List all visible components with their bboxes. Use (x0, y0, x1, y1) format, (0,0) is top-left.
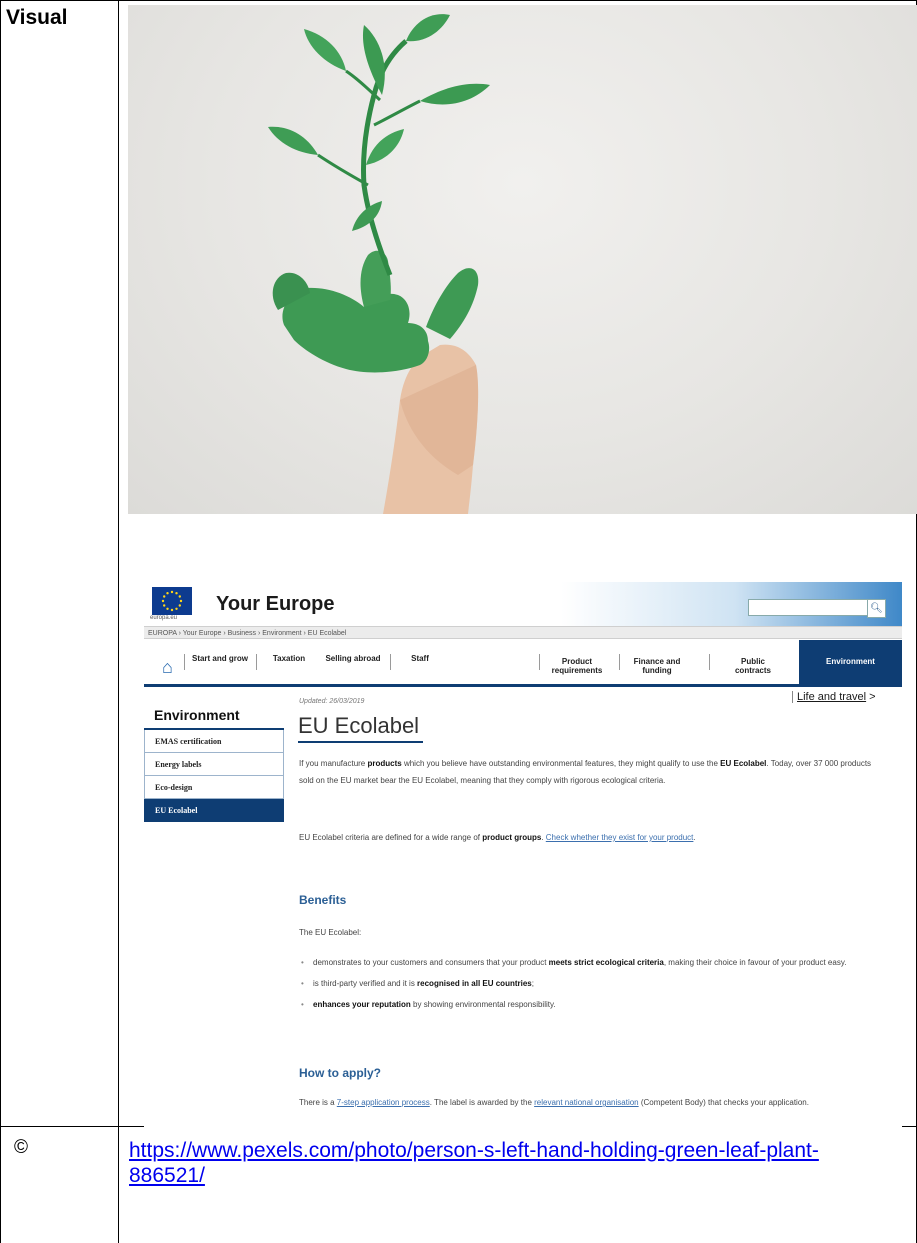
life-and-travel-link[interactable]: Life and travel > (792, 691, 876, 704)
intro-text: If you manufacture (299, 759, 368, 768)
bullet-bold: enhances your reputation (313, 1000, 411, 1009)
sidebar-item-emas-certification[interactable]: EMAS certification (144, 730, 284, 753)
life-and-travel-label[interactable]: Life and travel (797, 691, 866, 703)
benefits-list: demonstrates to your customers and consu… (299, 954, 884, 1017)
table-column-divider (118, 0, 119, 1243)
site-title: Your Europe (216, 593, 335, 615)
bullet-text: by showing environmental responsibility. (410, 1000, 556, 1009)
site-header: europa.eu Your Europe 🔍︎ (144, 582, 902, 626)
your-europe-screenshot: europa.eu Your Europe 🔍︎ EUROPA › Your E… (144, 582, 902, 1142)
bullet-bold: meets strict ecological criteria (548, 958, 664, 967)
national-organisation-link[interactable]: relevant national organisation (534, 1098, 639, 1107)
nav-item-staff[interactable]: Staff (400, 654, 440, 663)
application-process-link[interactable]: 7-step application process (337, 1098, 430, 1107)
nav-separator (256, 654, 257, 670)
bullet-text: is third-party verified and it is (313, 979, 418, 988)
apply-text: (Competent Body) that checks your applic… (638, 1098, 809, 1107)
document-table: Visual europa.eu Your Europe 🔍︎ EUROPA ›… (0, 0, 917, 1243)
nav-separator (539, 654, 540, 670)
benefits-intro: The EU Ecolabel: (299, 928, 362, 937)
benefits-heading: Benefits (299, 893, 347, 907)
hand-with-plant-photo (128, 5, 917, 514)
table-left-border (0, 0, 1, 1243)
eu-flag-icon (152, 587, 192, 615)
nav-item-public-contracts[interactable]: Public contracts (728, 657, 778, 675)
europa-domain-label: europa.eu (150, 615, 178, 621)
bullet-bold: recognised in all EU countries (417, 979, 532, 988)
breadcrumb[interactable]: EUROPA › Your Europe › Business › Enviro… (144, 626, 902, 639)
bullet-text: demonstrates to your customers and consu… (313, 958, 549, 967)
nav-item-product-requirements[interactable]: Product requirements (542, 657, 612, 675)
source-link[interactable]: https://www.pexels.com/photo/person-s-le… (129, 1138, 889, 1188)
nav-separator (390, 654, 391, 670)
sidebar-item-eu-ecolabel[interactable]: EU Ecolabel (144, 799, 284, 822)
bullet-text: , making their choice in favour of your … (663, 958, 847, 967)
life-link-divider (792, 691, 793, 704)
criteria-paragraph: EU Ecolabel criteria are defined for a w… (299, 829, 884, 846)
sidebar-menu: EMAS certification Energy labels Eco-des… (144, 728, 284, 822)
list-item: enhances your reputation by showing envi… (299, 996, 884, 1013)
sidebar-title: Environment (154, 707, 240, 723)
nav-item-environment[interactable]: Environment (799, 640, 902, 684)
intro-bold: EU Ecolabel (720, 759, 767, 768)
nav-separator (619, 654, 620, 670)
chevron-right-icon: > (869, 691, 876, 703)
page-title: EU Ecolabel (298, 713, 420, 738)
visual-label: Visual (6, 6, 68, 29)
nav-separator (184, 654, 185, 670)
nav-separator (709, 654, 710, 670)
criteria-bold: product groups (482, 833, 542, 842)
table-top-border (0, 0, 917, 1)
intro-bold: products (367, 759, 402, 768)
sidebar-item-eco-design[interactable]: Eco-design (144, 776, 284, 799)
nav-item-selling-abroad[interactable]: Selling abroad (322, 654, 384, 663)
nav-item-start-and-grow[interactable]: Start and grow (190, 654, 250, 663)
list-item: is third-party verified and it is recogn… (299, 975, 884, 992)
hand-plant-illustration (268, 14, 490, 514)
bullet-text: ; (531, 979, 534, 988)
nav-item-finance-and-funding[interactable]: Finance and funding (632, 657, 682, 675)
search-icon[interactable]: 🔍︎ (867, 599, 886, 618)
home-icon[interactable]: ⌂ (162, 657, 173, 678)
list-item: demonstrates to your customers and consu… (299, 954, 884, 971)
check-product-groups-link[interactable]: Check whether they exist for your produc… (546, 833, 694, 842)
main-navigation: ⌂ Start and grow Taxation Selling abroad… (144, 640, 902, 687)
criteria-text: EU Ecolabel criteria are defined for a w… (299, 833, 483, 842)
criteria-text: . (693, 833, 696, 842)
intro-text: which you believe have outstanding envir… (401, 759, 721, 768)
search-input[interactable] (748, 599, 868, 616)
apply-text: There is a (299, 1098, 337, 1107)
apply-text: . The label is awarded by the (429, 1098, 535, 1107)
intro-paragraph: If you manufacture products which you be… (299, 755, 884, 789)
apply-paragraph: There is a 7-step application process. T… (299, 1094, 884, 1111)
updated-date: Updated: 26/03/2019 (299, 698, 365, 705)
title-underline (298, 741, 423, 743)
nav-item-taxation[interactable]: Taxation (264, 654, 314, 663)
copyright-label: © (14, 1137, 28, 1158)
sidebar-item-energy-labels[interactable]: Energy labels (144, 753, 284, 776)
how-to-apply-heading: How to apply? (299, 1066, 381, 1080)
